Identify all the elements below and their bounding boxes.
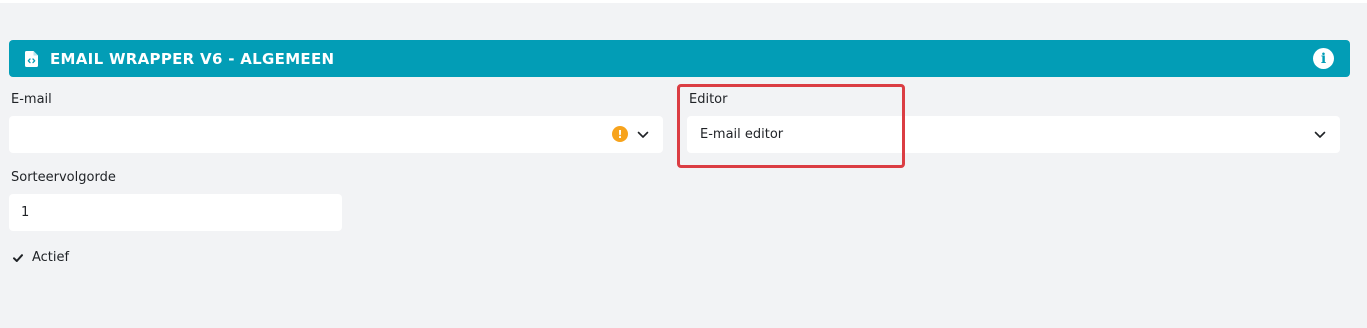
editor-select-value: E-mail editor xyxy=(700,127,784,142)
chevron-down-icon[interactable] xyxy=(636,128,650,142)
top-strip xyxy=(0,0,1367,3)
info-icon[interactable]: i xyxy=(1313,48,1334,69)
email-select[interactable]: ! xyxy=(9,116,663,153)
section-header: EMAIL WRAPPER V6 - ALGEMEEN i xyxy=(9,40,1350,77)
active-label: Actief xyxy=(32,250,70,265)
checkmark-icon[interactable] xyxy=(12,252,24,264)
chevron-down-icon[interactable] xyxy=(1313,128,1327,142)
editor-label: Editor xyxy=(689,92,728,107)
file-code-icon xyxy=(25,50,38,67)
active-checkbox[interactable]: Actief xyxy=(12,250,69,265)
sort-order-input[interactable] xyxy=(9,194,342,231)
editor-select[interactable]: E-mail editor xyxy=(687,116,1340,153)
warning-icon: ! xyxy=(612,126,628,142)
section-title: EMAIL WRAPPER V6 - ALGEMEEN xyxy=(50,49,335,68)
email-label: E-mail xyxy=(11,92,52,107)
sort-order-label: Sorteervolgorde xyxy=(11,170,116,185)
